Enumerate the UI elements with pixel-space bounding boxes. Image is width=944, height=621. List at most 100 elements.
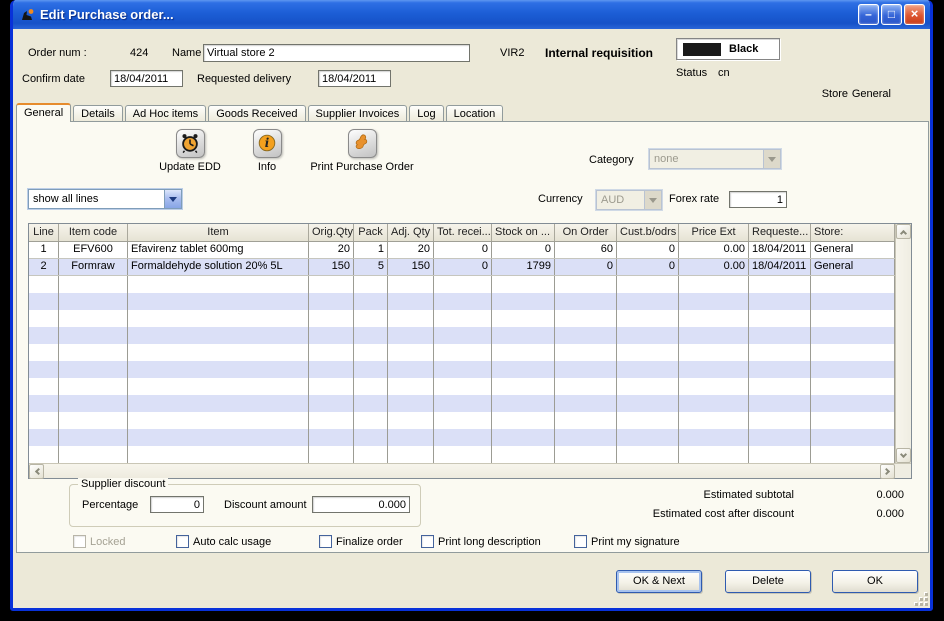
cell-adj-qty bbox=[388, 327, 434, 344]
cell-item-code bbox=[59, 378, 128, 395]
requested-delivery-input[interactable] bbox=[318, 70, 391, 87]
finalize-order-option[interactable]: Finalize order bbox=[319, 535, 403, 548]
column-header-item[interactable]: Item bbox=[128, 224, 309, 241]
table-row[interactable]: 1EFV600Efavirenz tablet 600mg20120006000… bbox=[29, 242, 895, 259]
tab-goods-received[interactable]: Goods Received bbox=[208, 105, 305, 122]
table-row[interactable] bbox=[29, 412, 895, 429]
cell-store: General bbox=[811, 259, 895, 275]
close-button[interactable]: × bbox=[904, 4, 925, 25]
tab-bar: GeneralDetailsAd Hoc itemsGoods Received… bbox=[16, 103, 503, 122]
status-value: cn bbox=[718, 67, 730, 79]
cell-pack bbox=[354, 327, 388, 344]
scroll-up-button[interactable] bbox=[896, 224, 911, 239]
cell-requeste bbox=[749, 361, 811, 378]
table-row[interactable] bbox=[29, 344, 895, 361]
ok-next-button[interactable]: OK & Next bbox=[616, 570, 702, 593]
table-row[interactable] bbox=[29, 429, 895, 446]
auto-calc-usage-checkbox[interactable] bbox=[176, 535, 189, 548]
forex-rate-input[interactable] bbox=[729, 191, 787, 208]
name-code: VIR2 bbox=[500, 47, 524, 59]
table-row[interactable] bbox=[29, 378, 895, 395]
cell-adj-qty bbox=[388, 344, 434, 361]
print-my-signature-option[interactable]: Print my signature bbox=[574, 535, 680, 548]
table-row[interactable] bbox=[29, 293, 895, 310]
cell-item bbox=[128, 446, 309, 463]
tab-details[interactable]: Details bbox=[73, 105, 123, 122]
auto-calc-usage-option[interactable]: Auto calc usage bbox=[176, 535, 271, 548]
column-header-requeste[interactable]: Requeste... bbox=[749, 224, 811, 241]
table-row[interactable] bbox=[29, 310, 895, 327]
cell-on-order: 60 bbox=[555, 242, 617, 258]
cell-adj-qty bbox=[388, 412, 434, 429]
scroll-down-button[interactable] bbox=[896, 448, 911, 463]
delete-button[interactable]: Delete bbox=[725, 570, 811, 593]
maximize-button[interactable]: □ bbox=[881, 4, 902, 25]
column-header-tot-recei[interactable]: Tot. recei... bbox=[434, 224, 492, 241]
tab-location[interactable]: Location bbox=[446, 105, 504, 122]
supplier-discount-label: Supplier discount bbox=[78, 478, 168, 490]
cell-store bbox=[811, 361, 895, 378]
cell-store bbox=[811, 276, 895, 293]
cell-item bbox=[128, 361, 309, 378]
confirm-date-input[interactable] bbox=[110, 70, 183, 87]
table-row[interactable] bbox=[29, 395, 895, 412]
print-purchase-order-button[interactable]: Print Purchase Order bbox=[298, 129, 426, 173]
cell-line bbox=[29, 276, 59, 293]
cell-stock-on bbox=[492, 395, 555, 412]
scroll-right-button[interactable] bbox=[880, 464, 895, 479]
auto-calc-usage-label: Auto calc usage bbox=[193, 536, 271, 548]
minimize-button[interactable]: – bbox=[858, 4, 879, 25]
store-label: Store bbox=[822, 88, 848, 100]
cell-pack: 1 bbox=[354, 242, 388, 258]
column-header-adj-qty[interactable]: Adj. Qty bbox=[388, 224, 434, 241]
cell-on-order bbox=[555, 293, 617, 310]
column-header-item-code[interactable]: Item code bbox=[59, 224, 128, 241]
scroll-left-button[interactable] bbox=[29, 464, 44, 479]
cell-stock-on bbox=[492, 446, 555, 463]
table-row[interactable]: 2FormrawFormaldehyde solution 20% 5L1505… bbox=[29, 259, 895, 276]
column-header-line[interactable]: Line bbox=[29, 224, 59, 241]
percentage-input[interactable] bbox=[150, 496, 204, 513]
horizontal-scrollbar[interactable] bbox=[29, 463, 911, 478]
cell-tot-recei bbox=[434, 446, 492, 463]
finalize-order-checkbox[interactable] bbox=[319, 535, 332, 548]
cell-price-ext bbox=[679, 344, 749, 361]
print-long-description-checkbox[interactable] bbox=[421, 535, 434, 548]
column-header-store[interactable]: Store: bbox=[811, 224, 895, 241]
cell-on-order bbox=[555, 361, 617, 378]
cell-store bbox=[811, 378, 895, 395]
cell-tot-recei bbox=[434, 327, 492, 344]
tab-log[interactable]: Log bbox=[409, 105, 443, 122]
column-header-cust-b-odrs[interactable]: Cust.b/odrs bbox=[617, 224, 679, 241]
table-row[interactable] bbox=[29, 446, 895, 463]
column-header-price-ext[interactable]: Price Ext bbox=[679, 224, 749, 241]
window-titlebar[interactable]: Edit Purchase order... – □ × bbox=[13, 0, 930, 29]
tab-general[interactable]: General bbox=[16, 103, 71, 122]
estimated-cost-after-discount-value: 0.000 bbox=[794, 508, 904, 520]
cell-price-ext bbox=[679, 276, 749, 293]
table-row[interactable] bbox=[29, 361, 895, 378]
tab-ad-hoc-items[interactable]: Ad Hoc items bbox=[125, 105, 206, 122]
vertical-scrollbar[interactable] bbox=[895, 224, 911, 463]
print-long-description-option[interactable]: Print long description bbox=[421, 535, 541, 548]
cell-pack bbox=[354, 293, 388, 310]
line-filter-dropdown[interactable]: show all lines bbox=[28, 189, 182, 209]
name-input[interactable] bbox=[203, 44, 470, 62]
column-header-pack[interactable]: Pack bbox=[354, 224, 388, 241]
cell-tot-recei bbox=[434, 361, 492, 378]
ok-button[interactable]: OK bbox=[832, 570, 918, 593]
table-row[interactable] bbox=[29, 327, 895, 344]
print-my-signature-checkbox[interactable] bbox=[574, 535, 587, 548]
table-row[interactable] bbox=[29, 276, 895, 293]
cell-tot-recei: 0 bbox=[434, 242, 492, 258]
column-header-stock-on[interactable]: Stock on ... bbox=[492, 224, 555, 241]
column-header-orig-qty[interactable]: Orig.Qty bbox=[309, 224, 354, 241]
info-button[interactable]: i Info bbox=[238, 129, 296, 173]
resize-grip[interactable] bbox=[914, 592, 928, 606]
cell-requeste bbox=[749, 412, 811, 429]
discount-amount-input[interactable] bbox=[312, 496, 410, 513]
column-header-on-order[interactable]: On Order bbox=[555, 224, 617, 241]
update-edd-button[interactable]: Update EDD bbox=[144, 129, 236, 173]
color-dropdown[interactable]: Black bbox=[676, 38, 780, 60]
tab-supplier-invoices[interactable]: Supplier Invoices bbox=[308, 105, 408, 122]
